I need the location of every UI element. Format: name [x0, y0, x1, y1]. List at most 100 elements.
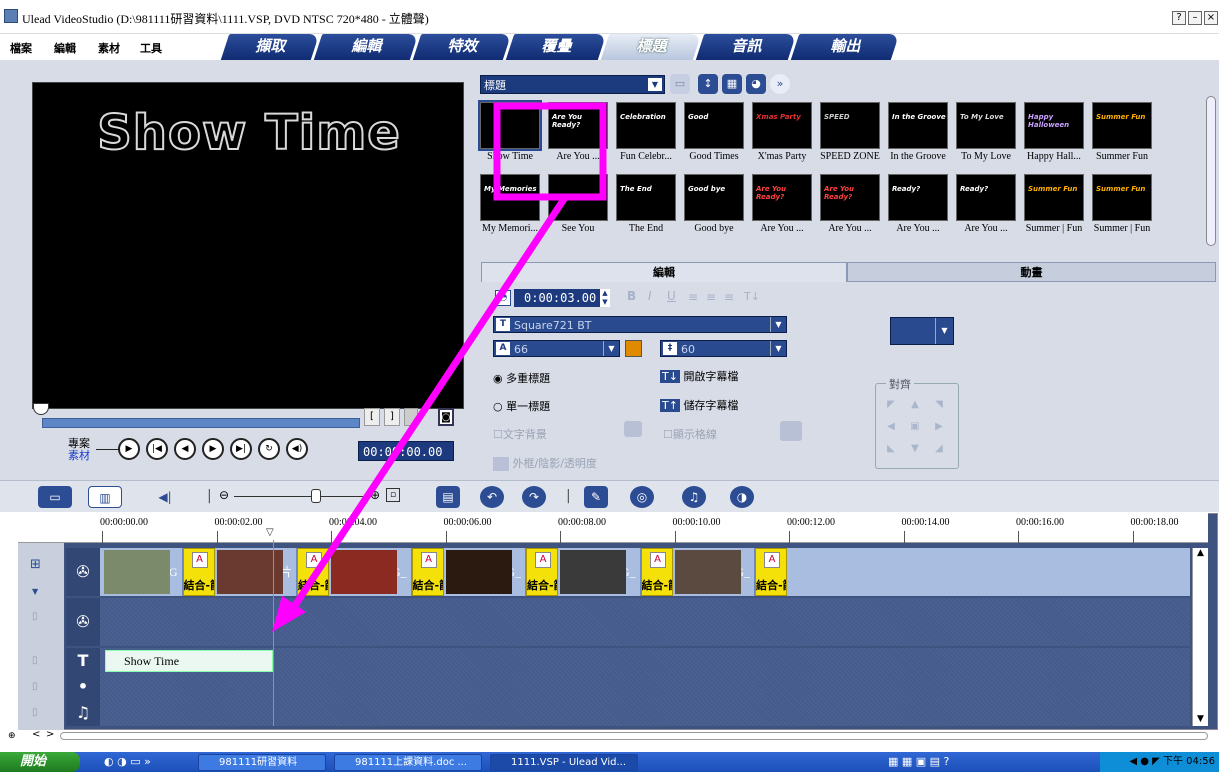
- transition-clip[interactable]: A 結合-篩選: [297, 548, 329, 596]
- music-track-icon[interactable]: ♫: [66, 700, 100, 726]
- library-thumbnail[interactable]: [478, 100, 542, 151]
- bold-button[interactable]: B: [627, 289, 636, 303]
- chevron-down-icon[interactable]: ▼: [770, 341, 786, 356]
- thumbnail-label[interactable]: SPEED ZONE: [817, 151, 883, 162]
- thumbnail-label[interactable]: In the Groove: [885, 151, 951, 162]
- thumbnail-label[interactable]: Are You ...: [953, 223, 1019, 234]
- options-tab-animation[interactable]: 動畫: [847, 262, 1216, 282]
- options-tab-edit[interactable]: 編輯: [481, 262, 847, 282]
- menu-edit[interactable]: 編輯: [54, 40, 76, 56]
- chevron-down-icon[interactable]: ▼: [1193, 714, 1208, 724]
- timeline-view-icon[interactable]: ▥: [88, 486, 122, 508]
- undo-icon[interactable]: ↶: [480, 486, 504, 508]
- library-scrollbar[interactable]: [1206, 96, 1216, 246]
- chevron-up-icon[interactable]: ▲: [1193, 548, 1208, 558]
- zoom-out-icon[interactable]: ⊖: [219, 488, 229, 502]
- end-icon[interactable]: ▶|: [230, 438, 252, 460]
- library-category-select[interactable]: 標題 ▼: [480, 75, 665, 94]
- open-subtitle-button[interactable]: T↓ 開啟字幕檔: [660, 368, 738, 384]
- library-thumbnail[interactable]: Xmas Party: [752, 102, 812, 149]
- thumbnail-label[interactable]: Are You ...: [545, 151, 611, 162]
- thumbnail-label[interactable]: Happy Hall...: [1021, 151, 1087, 162]
- expand-icon[interactable]: »: [770, 74, 790, 94]
- underline-button[interactable]: U: [667, 289, 676, 303]
- text-bg-checkbox[interactable]: ☐文字背景: [493, 426, 547, 442]
- scroll-track[interactable]: [60, 732, 1208, 740]
- thumbnail-label[interactable]: Fun Celebr...: [613, 151, 679, 162]
- library-thumbnail[interactable]: Good: [684, 102, 744, 149]
- library-manager-icon[interactable]: ◕: [746, 74, 766, 94]
- taskbar-folder[interactable]: 981111研習資料: [198, 754, 326, 771]
- tab-edit[interactable]: 編輯: [313, 34, 419, 60]
- prev-frame-icon[interactable]: ◀: [174, 438, 196, 460]
- audio-view-icon[interactable]: ◀|: [148, 486, 182, 508]
- thumbnail-label[interactable]: Summer | Fun: [1021, 223, 1087, 234]
- mode-clip[interactable]: 素材: [68, 450, 90, 462]
- redo-icon[interactable]: ↷: [522, 486, 546, 508]
- chevron-down-icon[interactable]: ▼: [32, 587, 38, 596]
- video-clip[interactable]: IMG_: [558, 548, 641, 596]
- video-clip[interactable]: IMG_: [329, 548, 412, 596]
- tab-overlay[interactable]: 覆疊: [505, 34, 607, 60]
- play-icon[interactable]: ▶: [118, 438, 140, 460]
- align-bottom-icon[interactable]: ▼: [908, 442, 922, 456]
- next-frame-icon[interactable]: ▶: [202, 438, 224, 460]
- track-lock-icon[interactable]: ▯: [32, 681, 38, 692]
- library-thumbnail[interactable]: [548, 174, 608, 221]
- align-top-right-icon[interactable]: ◥: [932, 398, 946, 412]
- library-thumbnail[interactable]: In the Groove: [888, 102, 948, 149]
- multi-title-radio[interactable]: ◉ 多重標題: [493, 370, 550, 386]
- thumbnail-label[interactable]: Are You ...: [885, 223, 951, 234]
- library-thumbnail[interactable]: Summer Fun: [1092, 174, 1152, 221]
- library-thumbnail[interactable]: To My Love: [956, 102, 1016, 149]
- library-thumbnail[interactable]: Good bye: [684, 174, 744, 221]
- surround-mixer-icon[interactable]: ◑: [730, 486, 754, 508]
- grid-settings-icon[interactable]: [780, 421, 802, 441]
- font-size-select[interactable]: A 66 ▼: [493, 340, 620, 357]
- transition-clip[interactable]: A 結合-篩選: [411, 548, 444, 596]
- library-thumbnail[interactable]: Summer Fun: [1092, 102, 1152, 149]
- minimize-button[interactable]: –: [1188, 11, 1202, 25]
- scroll-left-icon[interactable]: <: [32, 729, 40, 740]
- storyboard-view-icon[interactable]: ▭: [38, 486, 72, 508]
- library-thumbnail[interactable]: SPEED: [820, 102, 880, 149]
- track-lock-icon[interactable]: ▯: [32, 655, 38, 666]
- align-top-left-icon[interactable]: ◤: [884, 398, 898, 412]
- duration-stepper[interactable]: ▲ ▼: [600, 289, 610, 307]
- border-shadow-button[interactable]: 外框/陰影/透明度: [493, 455, 597, 471]
- home-icon[interactable]: |◀: [146, 438, 168, 460]
- thumbnail-label[interactable]: Show Time: [477, 151, 543, 162]
- help-button[interactable]: ?: [1172, 11, 1186, 25]
- tab-title[interactable]: 標題: [600, 34, 702, 60]
- thumbnail-label[interactable]: Are You ...: [817, 223, 883, 234]
- color-swatch[interactable]: [625, 340, 642, 357]
- volume-icon[interactable]: ◀): [286, 438, 308, 460]
- library-thumbnail[interactable]: Celebration: [616, 102, 676, 149]
- chevron-down-icon[interactable]: ▼: [603, 341, 619, 356]
- thumbnail-label[interactable]: Good Times: [681, 151, 747, 162]
- align-top-icon[interactable]: ▲: [908, 398, 922, 412]
- transition-clip[interactable]: A 結合-篩選: [755, 548, 787, 596]
- menu-file[interactable]: 檔案: [10, 40, 32, 56]
- save-subtitle-button[interactable]: T↑ 儲存字幕檔: [660, 397, 738, 413]
- repeat-icon[interactable]: ↻: [258, 438, 280, 460]
- quick-launch-icons[interactable]: ◐ ◑ ▭ »: [104, 755, 151, 768]
- align-left-icon[interactable]: ≡: [688, 290, 698, 304]
- library-thumbnail[interactable]: Are You Ready?: [752, 174, 812, 221]
- sort-icon[interactable]: ↕: [698, 74, 718, 94]
- zoom-slider-track[interactable]: [234, 496, 364, 497]
- video-clip[interactable]: P1000299.JPG: [100, 548, 183, 596]
- single-title-radio[interactable]: ○ 單一標題: [493, 398, 550, 414]
- library-thumbnail[interactable]: Summer Fun: [1024, 174, 1084, 221]
- video-clip[interactable]: IMG_: [443, 548, 526, 596]
- video-clip[interactable]: 照片: [214, 548, 297, 596]
- thumbnail-label[interactable]: Summer | Fun: [1089, 223, 1155, 234]
- title-clip[interactable]: Show Time: [105, 650, 273, 672]
- show-grid-checkbox[interactable]: ☐顯示格線: [663, 426, 717, 442]
- tab-audio[interactable]: 音訊: [695, 34, 797, 60]
- line-spacing-select[interactable]: ‡ 60 ▼: [660, 340, 787, 357]
- thumbnail-label[interactable]: Good bye: [681, 223, 747, 234]
- record-icon[interactable]: ✎: [584, 486, 608, 508]
- folder-icon[interactable]: ▭: [670, 74, 690, 94]
- timeline-ruler[interactable]: 00:00:00.00 00:00:02.00 00:00:04.00 00:00:0…: [18, 513, 1208, 543]
